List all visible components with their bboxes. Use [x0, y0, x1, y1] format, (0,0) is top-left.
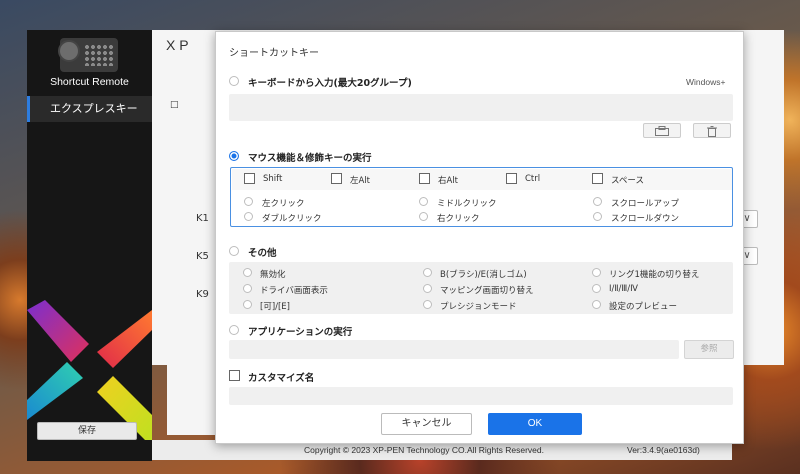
option-ring-switch: リング1機能の切り替え: [609, 270, 700, 280]
radio-middle-click[interactable]: [419, 197, 428, 206]
radio-other[interactable]: [229, 246, 239, 256]
radio-bracket-option[interactable]: [243, 300, 252, 309]
option-settings-preview: 設定のプレビュー: [609, 302, 678, 312]
custom-name-label: カスタマイズ名: [248, 373, 315, 384]
mouse-function-label: マウス機能＆修飾キーの実行: [248, 153, 372, 164]
option-scroll-up: スクロールアップ: [611, 199, 680, 209]
main-panel-lower: [167, 365, 217, 435]
option-bracket: [可]/[E]: [260, 302, 290, 312]
other-label: その他: [248, 248, 277, 259]
version-text: Ver:3.4.9(ae0163d): [627, 445, 700, 455]
radio-left-click[interactable]: [244, 197, 253, 206]
run-application-label: アプリケーションの実行: [248, 327, 353, 338]
option-roman-modes: Ⅰ/Ⅱ/Ⅲ/Ⅳ: [609, 284, 638, 294]
radio-settings-preview[interactable]: [592, 300, 601, 309]
cancel-button[interactable]: キャンセル: [381, 413, 472, 435]
keyboard-input-field[interactable]: [229, 94, 733, 121]
radio-brush-eraser[interactable]: [423, 268, 432, 277]
shortcut-key-dialog: ショートカットキー キーボードから入力(最大20グループ) Windows+ マ…: [215, 31, 744, 444]
modifier-ctrl-label: Ctrl: [525, 174, 541, 184]
radio-keyboard-input[interactable]: [229, 76, 239, 86]
custom-name-field[interactable]: [229, 387, 733, 405]
radio-driver-screen[interactable]: [243, 284, 252, 293]
modifier-left-alt-label: 左Alt: [350, 176, 371, 186]
device-image: [58, 38, 118, 72]
option-brush-eraser: B(ブラシ)/E(消しゴム): [440, 270, 527, 280]
radio-mapping-switch[interactable]: [423, 284, 432, 293]
option-right-click: 右クリック: [437, 214, 480, 224]
brand-logo: X P: [166, 37, 189, 53]
checkbox-right-alt[interactable]: [419, 173, 430, 184]
option-precision-mode: プレシジョンモード: [440, 302, 517, 312]
radio-roman-modes[interactable]: [592, 284, 601, 293]
option-middle-click: ミドルクリック: [437, 199, 497, 209]
radio-right-click[interactable]: [419, 212, 428, 221]
trash-icon: [707, 126, 717, 137]
option-mapping-switch: マッピング画面切り替え: [440, 286, 534, 296]
save-button[interactable]: 保存: [37, 422, 137, 440]
radio-scroll-down[interactable]: [593, 212, 602, 221]
option-left-click: 左クリック: [262, 199, 305, 209]
key-label-k5: K5: [196, 251, 209, 262]
keyboard-icon: [655, 126, 669, 136]
panel-marker: □: [170, 100, 179, 110]
modifier-shift-label: Shift: [263, 174, 283, 184]
browse-button[interactable]: 参照: [684, 340, 734, 359]
sidebar: Shortcut Remote エクスプレスキー 保存: [27, 30, 152, 461]
mouse-function-panel: Shift 左Alt 右Alt Ctrl スペース 左クリック ミドルクリック …: [230, 167, 733, 227]
radio-scroll-up[interactable]: [593, 197, 602, 206]
checkbox-shift[interactable]: [244, 173, 255, 184]
checkbox-ctrl[interactable]: [506, 173, 517, 184]
key-label-k1: K1: [196, 213, 209, 224]
option-disable: 無効化: [260, 270, 286, 280]
radio-run-application[interactable]: [229, 325, 239, 335]
dialog-title: ショートカットキー: [229, 48, 319, 59]
radio-double-click[interactable]: [244, 212, 253, 221]
ok-button[interactable]: OK: [488, 413, 582, 435]
keyboard-input-label: キーボードから入力(最大20グループ): [248, 78, 412, 89]
radio-ring-switch[interactable]: [592, 268, 601, 277]
copyright-text: Copyright © 2023 XP-PEN Technology CO.Al…: [304, 445, 544, 455]
checkbox-space[interactable]: [592, 173, 603, 184]
xp-pen-logo: [27, 300, 152, 440]
os-hint: Windows+: [686, 77, 726, 87]
radio-mouse-function[interactable]: [229, 151, 239, 161]
application-path-field[interactable]: [229, 340, 679, 359]
modifier-space-label: スペース: [611, 176, 644, 186]
checkbox-custom-name[interactable]: [229, 370, 240, 381]
device-name: Shortcut Remote: [50, 76, 129, 88]
keyboard-preset-button[interactable]: [643, 123, 681, 138]
radio-precision-mode[interactable]: [423, 300, 432, 309]
option-double-click: ダブルクリック: [262, 214, 322, 224]
option-scroll-down: スクロールダウン: [611, 214, 680, 224]
sidebar-item-express-keys[interactable]: エクスプレスキー: [27, 96, 152, 122]
modifier-right-alt-label: 右Alt: [438, 176, 459, 186]
checkbox-left-alt[interactable]: [331, 173, 342, 184]
delete-button[interactable]: [693, 123, 731, 138]
key-label-k9: K9: [196, 289, 209, 300]
option-driver-screen: ドライバ画面表示: [260, 286, 328, 296]
radio-disable[interactable]: [243, 268, 252, 277]
